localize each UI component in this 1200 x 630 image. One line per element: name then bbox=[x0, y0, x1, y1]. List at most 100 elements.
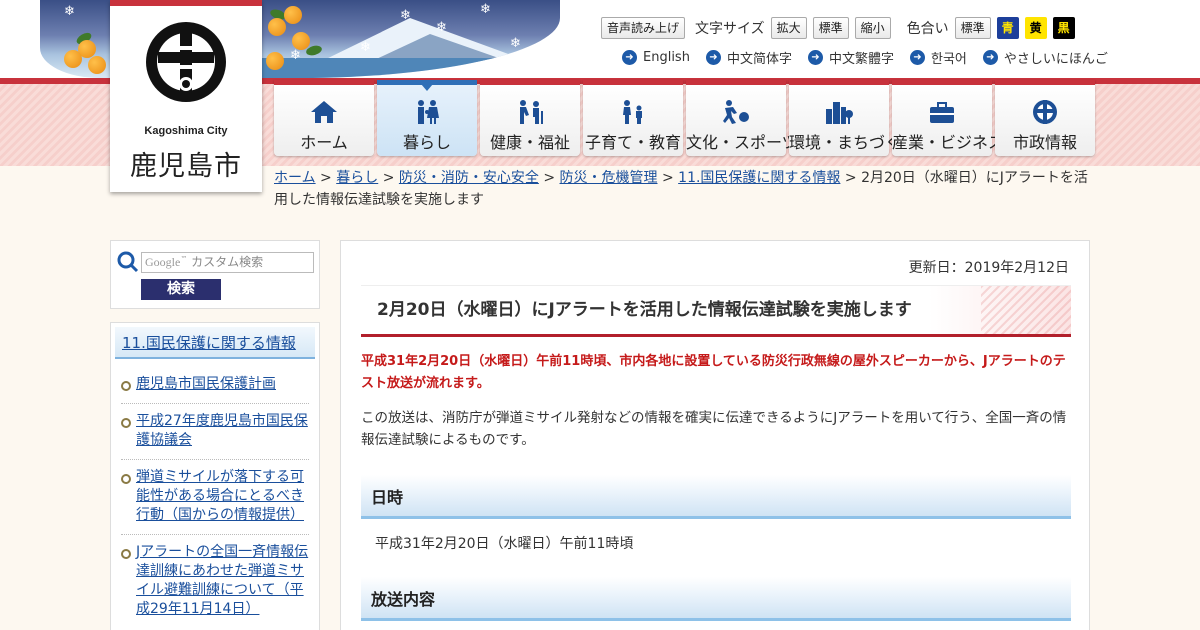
breadcrumb-separator: > bbox=[661, 170, 674, 186]
sidebar-item[interactable]: Jアラートの全国一斉情報伝達訓練にあわせた弾道ミサイル避難訓練について（平成29… bbox=[121, 535, 309, 628]
nav-label: 産業・ビジネス bbox=[892, 133, 1005, 152]
font-shrink-button[interactable]: 縮小 bbox=[854, 17, 891, 39]
language-link-simplified-chinese[interactable]: ➜ 中文简体字 bbox=[705, 48, 792, 67]
color-black-button[interactable]: 黒 bbox=[1052, 17, 1075, 39]
color-standard-button[interactable]: 標準 bbox=[954, 17, 991, 39]
arrow-right-icon: ➜ bbox=[705, 50, 721, 65]
breadcrumb-link[interactable]: ホーム bbox=[274, 170, 316, 186]
snowflake-icon: ❄ bbox=[360, 40, 371, 55]
nav-label: 暮らし bbox=[402, 133, 451, 152]
breadcrumb-link[interactable]: 暮らし bbox=[336, 170, 378, 186]
breadcrumb-separator: > bbox=[543, 170, 556, 186]
color-label: 色合い bbox=[906, 21, 949, 37]
section-heading-datetime: 日時 bbox=[361, 475, 1071, 519]
orange-shape bbox=[268, 18, 286, 36]
trademark-mark: ™ bbox=[180, 255, 188, 263]
site-name-en: Kagoshima City bbox=[144, 125, 228, 137]
nav-label: 文化・スポーツ bbox=[686, 133, 798, 152]
utility-bar: 音声読み上げ 文字サイズ 拡大 標準 縮小 色合い 標準 青 黄 黒 bbox=[601, 16, 1075, 40]
orange-shape bbox=[64, 50, 82, 68]
sidebar-item-label: Jアラートの全国一斉情報伝達訓練にあわせた弾道ミサイル避難訓練について（平成29… bbox=[136, 544, 309, 617]
nav-item-culture-sports[interactable]: 文化・スポーツ bbox=[686, 80, 798, 156]
arrow-right-icon: ➜ bbox=[622, 50, 637, 65]
arrow-right-icon: ➜ bbox=[909, 50, 925, 65]
breadcrumb-link[interactable]: 11.国民保護に関する情報 bbox=[678, 170, 840, 186]
font-standard-button[interactable]: 標準 bbox=[812, 17, 849, 39]
language-link-easy-japanese[interactable]: ➜ やさしいにほんご bbox=[982, 48, 1108, 67]
language-label: やさしいにほんご bbox=[1003, 52, 1108, 67]
font-enlarge-button[interactable]: 拡大 bbox=[770, 17, 807, 39]
city-emblem-icon bbox=[1033, 100, 1057, 124]
nav-item-parenting-education[interactable]: 子育て・教育 bbox=[583, 80, 683, 156]
city-icon bbox=[826, 102, 853, 124]
section-heading-broadcast: 放送内容 bbox=[361, 577, 1071, 621]
site-search: Google™ カスタム検索 検索 bbox=[110, 240, 320, 309]
breadcrumb-separator: > bbox=[844, 170, 857, 186]
search-input[interactable]: Google™ カスタム検索 bbox=[141, 252, 314, 273]
site-logo[interactable]: Kagoshima City 鹿児島市 bbox=[110, 0, 262, 192]
sports-icon bbox=[723, 100, 749, 124]
updated-date: 更新日：2019年2月12日 bbox=[908, 260, 1069, 276]
main-content: 更新日：2019年2月12日 2月20日（水曜日）にJアラートを活用した情報伝達… bbox=[340, 240, 1090, 630]
google-watermark: Google bbox=[145, 255, 181, 269]
nav-item-health-welfare[interactable]: 健康・福祉 bbox=[480, 80, 580, 156]
nav-item-home[interactable]: ホーム bbox=[274, 80, 374, 156]
sidebar-item[interactable]: 鹿児島市国民保護計画 bbox=[121, 367, 309, 404]
section-text-datetime: 平成31年2月20日（水曜日）午前11時頃 bbox=[375, 536, 634, 552]
font-size-label: 文字サイズ bbox=[695, 21, 765, 37]
language-label: English bbox=[643, 50, 690, 65]
language-links: ➜ English ➜ 中文简体字 ➜ 中文繁體字 ➜ 한국어 ➜ やさしいにほんご bbox=[622, 48, 1108, 67]
orange-shape bbox=[266, 52, 284, 70]
snowflake-icon: ❄ bbox=[400, 8, 411, 23]
lead-notice: 平成31年2月20日（水曜日）午前11時頃、市内各地に設置している防災行政無線の… bbox=[361, 354, 1066, 391]
snowflake-icon: ❄ bbox=[64, 4, 75, 19]
sidebar-item[interactable]: 平成27年度鹿児島市国民保護協議会 bbox=[121, 404, 309, 460]
language-link-english[interactable]: ➜ English bbox=[622, 48, 690, 67]
breadcrumb-link[interactable]: 防災・消防・安心安全 bbox=[399, 170, 539, 186]
nav-label: 環境・まちづくり bbox=[789, 133, 918, 152]
arrow-right-icon: ➜ bbox=[982, 50, 998, 65]
sidebar-item-label: 弾道ミサイルが落下する可能性がある場合にとるべき行動（国からの情報提供） bbox=[136, 469, 304, 523]
sidebar: 11.国民保護に関する情報 鹿児島市国民保護計画 平成27年度鹿児島市国民保護協… bbox=[110, 322, 320, 630]
snowflake-icon: ❄ bbox=[510, 36, 521, 51]
sidebar-item[interactable]: 弾道ミサイルが落下する可能性がある場合にとるべき行動（国からの情報提供） bbox=[121, 460, 309, 535]
sidebar-item-label: 鹿児島市国民保護計画 bbox=[136, 376, 276, 392]
page-title: 2月20日（水曜日）にJアラートを活用した情報伝達試験を実施します bbox=[361, 285, 1071, 337]
voice-reader-button[interactable]: 音声読み上げ bbox=[601, 17, 686, 39]
nav-item-city-government[interactable]: 市政情報 bbox=[995, 80, 1095, 156]
nav-label: 健康・福祉 bbox=[489, 133, 570, 152]
snowflake-icon: ❄ bbox=[290, 48, 301, 63]
color-yellow-button[interactable]: 黄 bbox=[1024, 17, 1047, 39]
search-button[interactable]: 検索 bbox=[141, 279, 221, 300]
orange-shape bbox=[284, 6, 302, 24]
nav-item-living[interactable]: 暮らし bbox=[377, 80, 477, 156]
parenting-icon bbox=[623, 100, 642, 124]
nav-label: ホーム bbox=[300, 133, 348, 152]
orange-shape bbox=[88, 56, 106, 74]
language-label: 中文简体字 bbox=[726, 52, 792, 67]
family-icon bbox=[418, 100, 439, 124]
snowflake-icon: ❄ bbox=[480, 2, 491, 17]
arrow-right-icon: ➜ bbox=[807, 50, 823, 65]
search-icon bbox=[117, 251, 139, 273]
color-blue-button[interactable]: 青 bbox=[996, 17, 1019, 39]
nav-item-industry-business[interactable]: 産業・ビジネス bbox=[892, 80, 1005, 156]
health-welfare-icon bbox=[520, 100, 543, 124]
briefcase-icon bbox=[930, 102, 954, 123]
sea-shape bbox=[240, 58, 560, 78]
language-link-traditional-chinese[interactable]: ➜ 中文繁體字 bbox=[807, 48, 894, 67]
breadcrumb: ホーム > 暮らし > 防災・消防・安心安全 > 防災・危機管理 > 11.国民… bbox=[274, 167, 1094, 211]
site-name-jp: 鹿児島市 bbox=[130, 151, 242, 182]
home-icon bbox=[311, 101, 337, 123]
sidebar-heading-label: 11.国民保護に関する情報 bbox=[122, 334, 296, 352]
sidebar-item-label: 平成27年度鹿児島市国民保護協議会 bbox=[136, 413, 308, 448]
language-link-korean[interactable]: ➜ 한국어 bbox=[909, 48, 967, 67]
main-nav: ホーム 暮らし 健康・福祉 子育て・教育 文化・スポーツ 環境・まちづくり 産業… bbox=[274, 80, 1095, 156]
sidebar-list: 鹿児島市国民保護計画 平成27年度鹿児島市国民保護協議会 弾道ミサイルが落下する… bbox=[111, 363, 319, 628]
nav-item-environment-city[interactable]: 環境・まちづくり bbox=[789, 80, 918, 156]
sidebar-heading[interactable]: 11.国民保護に関する情報 bbox=[115, 327, 315, 359]
breadcrumb-link[interactable]: 防災・危機管理 bbox=[560, 170, 658, 186]
snowflake-icon: ❄ bbox=[436, 20, 447, 35]
breadcrumb-separator: > bbox=[320, 170, 332, 186]
search-placeholder: カスタム検索 bbox=[191, 255, 264, 269]
